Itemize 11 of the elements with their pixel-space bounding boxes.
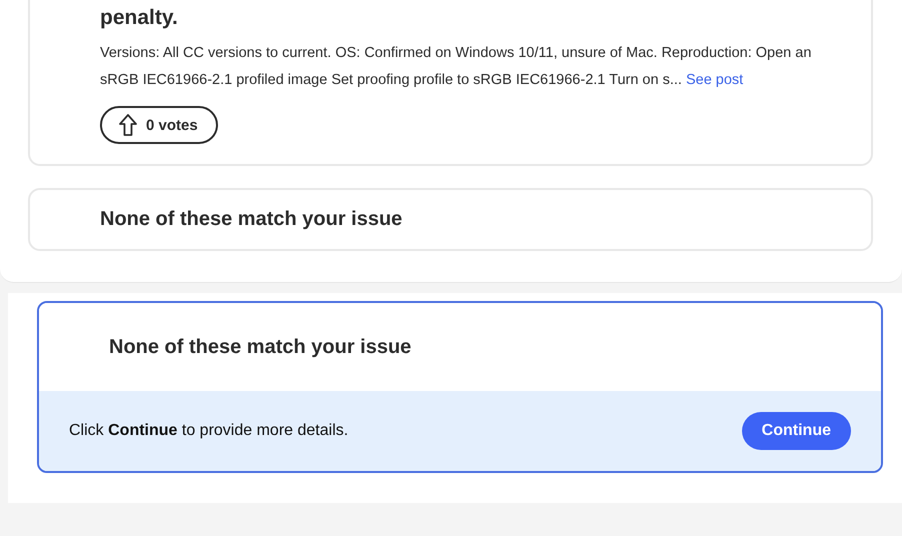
post-title: penalty.: [100, 6, 179, 30]
option-title: None of these match your issue: [109, 336, 412, 358]
continue-prompt: Click Continue to provide more details.: [69, 422, 348, 440]
vote-button[interactable]: 0 votes: [100, 106, 218, 144]
continue-button[interactable]: Continue: [742, 412, 851, 450]
post-card[interactable]: [28, 0, 873, 166]
see-post-link[interactable]: See post: [686, 72, 744, 88]
post-description: Versions: All CC versions to current. OS: Confirmed on Windows 10/11, unsure of Mac. Reproduction: Open an sRGB IEC61966-2.1 profiled image Set proofing profile to sRGB IEC61966-2.1 Turn on s... See post: [100, 44, 812, 90]
option-card[interactable]: None of these match your issue: [28, 188, 873, 251]
option-title: None of these match your issue: [100, 208, 402, 231]
up-arrow-icon: [118, 113, 138, 137]
